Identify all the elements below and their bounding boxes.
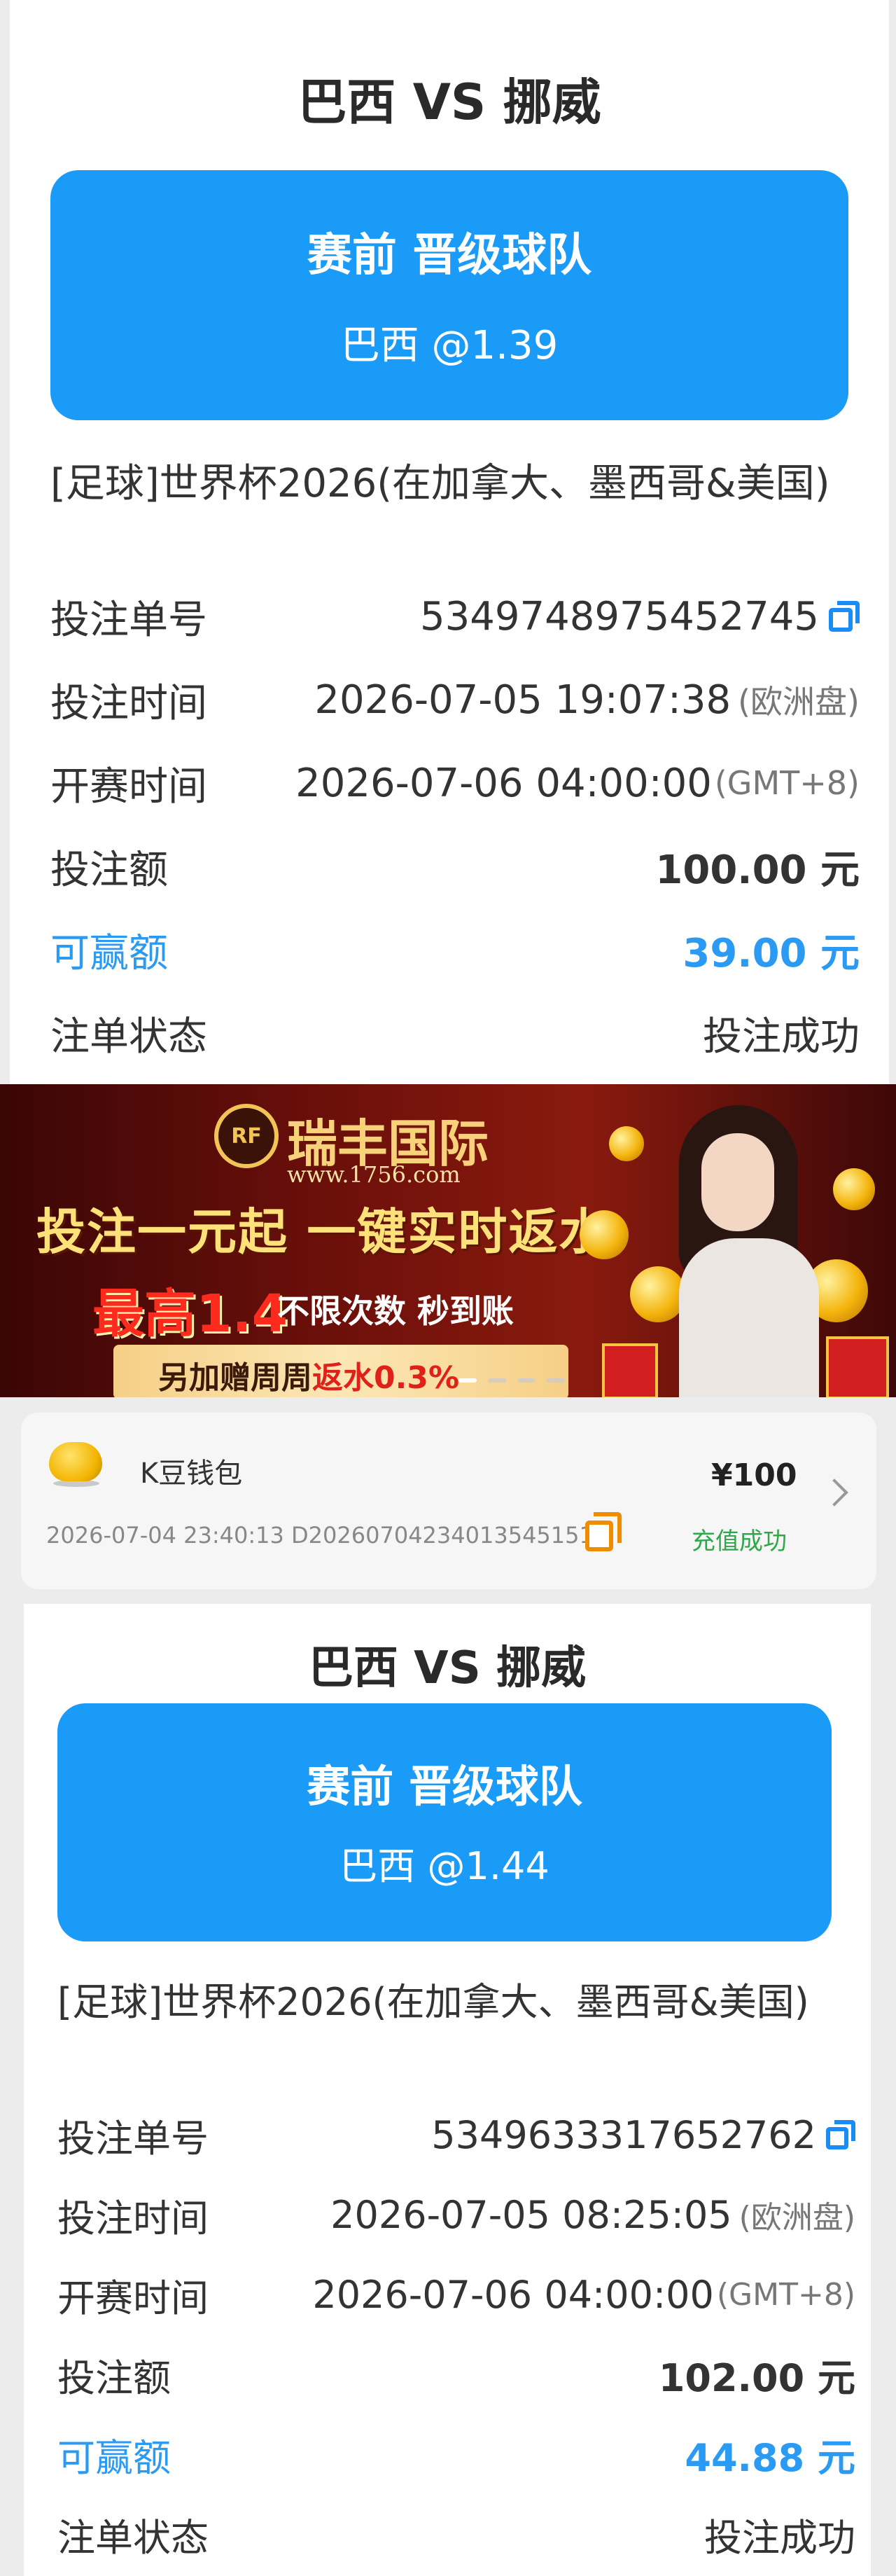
order-number-label: 投注单号 [50, 597, 207, 643]
status-value: 投注成功 [704, 2515, 855, 2560]
bet-selection-card: 赛前 晋级球队 巴西 @1.39 [50, 170, 848, 420]
win-label: 可赢额 [57, 2435, 171, 2480]
start-time-label: 开赛时间 [50, 763, 207, 810]
match-title: 巴西 VS 挪威 [298, 74, 601, 131]
status-row: 注单状态 投注成功 [50, 1005, 860, 1061]
gift-box-icon [602, 1343, 658, 1397]
model-image [651, 1098, 833, 1397]
order-number-row: 投注单号 5349633317652762 [57, 2108, 855, 2161]
bet-pick: 巴西 @1.39 [340, 323, 559, 368]
bet-time-row: 投注时间 2026-07-05 08:25:05 (欧洲盘) [57, 2188, 855, 2241]
status-label: 注单状态 [50, 1013, 207, 1060]
stake-row: 投注额 100.00 元 [50, 838, 860, 894]
stake-value: 102.00 元 [658, 2355, 855, 2400]
transaction-amount: ¥100 [711, 1457, 797, 1493]
copy-icon[interactable] [826, 2120, 855, 2149]
order-number-label: 投注单号 [57, 2116, 209, 2161]
banner-extra-highlight: 返水0.3% [312, 1360, 460, 1396]
wallet-transaction-card[interactable]: K豆钱包 2026-07-04 23:40:13 D20260704234013… [21, 1413, 876, 1589]
start-time-row: 开赛时间 2026-07-06 04:00:00 (GMT+8) [57, 2268, 855, 2321]
banner-max-rebate: 最高1.4 [92, 1284, 288, 1344]
banner-unlimited: 不限次数 秒到账 [277, 1292, 514, 1330]
bet-time-row: 投注时间 2026-07-05 19:07:38 (欧洲盘) [50, 672, 860, 728]
bet-slip-2: 巴西 VS 挪威 赛前 晋级球队 巴西 @1.44 [足球]世界杯2026(在加… [24, 1604, 871, 2576]
transaction-status: 充值成功 [692, 1528, 787, 1556]
win-value: 39.00 元 [682, 930, 860, 976]
league-name: [足球]世界杯2026(在加拿大、墨西哥&美国) [50, 461, 830, 506]
order-number-value: 5349748975452745 [419, 593, 819, 639]
k-bean-icon [49, 1442, 102, 1481]
bet-time-value: 2026-07-05 19:07:38 [314, 677, 732, 723]
timezone: (GMT+8) [716, 2276, 855, 2313]
coin-icon [609, 1126, 644, 1161]
bet-selection-card: 赛前 晋级球队 巴西 @1.44 [57, 1703, 832, 1941]
carousel-indicator[interactable] [458, 1378, 565, 1383]
league-name: [足球]世界杯2026(在加拿大、墨西哥&美国) [57, 1980, 809, 2024]
status-value: 投注成功 [703, 1013, 860, 1060]
win-label: 可赢额 [50, 930, 168, 976]
stake-label: 投注额 [57, 2355, 171, 2400]
bet-type: 赛前 晋级球队 [307, 230, 592, 282]
start-time-row: 开赛时间 2026-07-06 04:00:00 (GMT+8) [50, 755, 860, 811]
stake-row: 投注额 102.00 元 [57, 2348, 855, 2401]
win-value: 44.88 元 [685, 2435, 855, 2480]
order-number-value: 5349633317652762 [431, 2112, 816, 2157]
bet-type: 赛前 晋级球队 [307, 1761, 582, 1812]
bet-time-label: 投注时间 [50, 680, 207, 726]
promo-banner[interactable]: RF 瑞丰国际 www.1756.com 投注一元起 一键实时返水 最高1.4 … [0, 1084, 896, 1397]
coin-icon [580, 1210, 629, 1259]
wallet-name: K豆钱包 [140, 1457, 243, 1490]
start-time-label: 开赛时间 [57, 2276, 209, 2320]
bet-time-label: 投注时间 [57, 2196, 209, 2241]
order-number-row: 投注单号 5349748975452745 [50, 588, 860, 644]
status-label: 注单状态 [57, 2515, 209, 2560]
copy-icon[interactable] [829, 601, 860, 632]
banner-headline: 投注一元起 一键实时返水 [36, 1203, 610, 1261]
stake-label: 投注额 [50, 847, 168, 893]
start-time-value: 2026-07-06 04:00:00 [295, 760, 712, 806]
odds-format: (欧洲盘) [738, 2200, 855, 2236]
chevron-right-icon[interactable] [820, 1479, 848, 1507]
win-row: 可赢额 44.88 元 [57, 2428, 855, 2481]
status-row: 注单状态 投注成功 [57, 2507, 855, 2561]
coin-icon [833, 1168, 875, 1210]
bet-pick: 巴西 @1.44 [340, 1844, 550, 1888]
bet-slip-1: 巴西 VS 挪威 赛前 晋级球队 巴西 @1.39 [足球]世界杯2026(在加… [10, 0, 889, 1084]
transaction-meta: 2026-07-04 23:40:13 D2026070423401354515… [46, 1522, 608, 1549]
gift-box-icon [826, 1336, 889, 1397]
timezone: (GMT+8) [714, 764, 860, 802]
start-time-value: 2026-07-06 04:00:00 [312, 2272, 714, 2317]
bet-time-value: 2026-07-05 08:25:05 [330, 2192, 732, 2237]
banner-extra: 另加赠周周返水0.3% [158, 1352, 459, 1397]
brand-site: www.1756.com [287, 1161, 461, 1188]
odds-format: (欧洲盘) [738, 683, 860, 721]
copy-icon[interactable] [585, 1512, 622, 1551]
win-row: 可赢额 39.00 元 [50, 922, 860, 978]
banner-extra-prefix: 另加赠周周 [158, 1360, 312, 1396]
stake-value: 100.00 元 [655, 847, 860, 893]
brand-logo: RF [214, 1104, 279, 1168]
match-title: 巴西 VS 挪威 [308, 1642, 587, 1694]
